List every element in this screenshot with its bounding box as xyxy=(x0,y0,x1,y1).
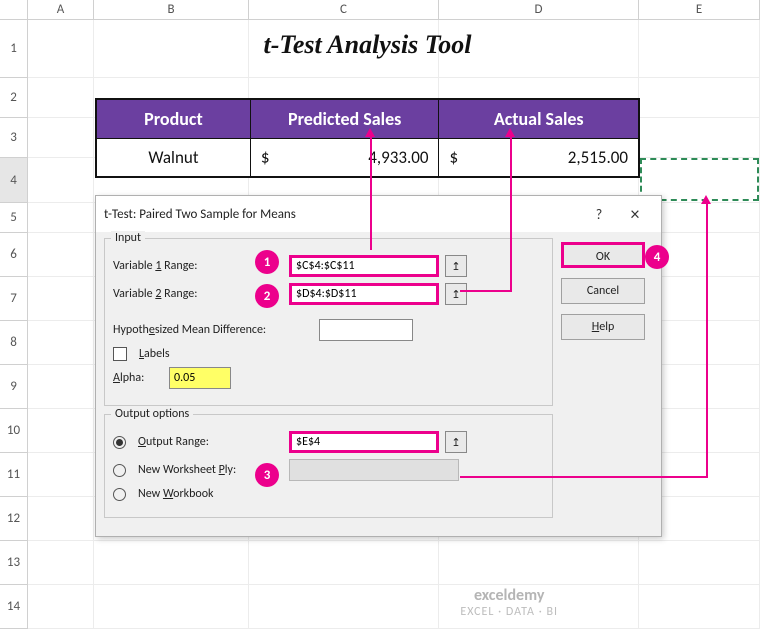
row-headers: 1 2 3 4 5 6 7 8 9 10 11 12 13 14 xyxy=(0,20,28,629)
row-header[interactable]: 8 xyxy=(0,321,28,365)
cell-product[interactable]: Walnut xyxy=(97,139,251,176)
dialog-left-pane: Input Variable 1 Range: ↥ Variable 2 Ran… xyxy=(104,238,553,526)
output-range-input[interactable] xyxy=(289,431,439,453)
row-header[interactable]: 5 xyxy=(0,203,28,233)
row-header[interactable]: 14 xyxy=(0,585,28,629)
new-workbook-radio[interactable] xyxy=(113,488,126,501)
labels-checkbox[interactable] xyxy=(113,347,127,361)
arrow-2b xyxy=(460,290,512,292)
callout-4: 4 xyxy=(645,245,669,269)
hypothesized-input[interactable] xyxy=(319,319,413,341)
new-worksheet-input[interactable] xyxy=(289,459,459,481)
help-icon[interactable]: ? xyxy=(581,202,617,226)
alpha-row: Alpha: xyxy=(113,367,544,389)
row-header[interactable]: 9 xyxy=(0,365,28,409)
row-header[interactable]: 11 xyxy=(0,453,28,497)
new-workbook-label: New Workbook xyxy=(138,487,214,501)
row-header[interactable]: 1 xyxy=(0,20,28,78)
currency-symbol: $ xyxy=(261,147,280,168)
labels-row: Labels xyxy=(113,347,544,361)
output-fieldset: Output options Output Range: ↥ New Works… xyxy=(104,414,553,518)
column-headers: A B C D E xyxy=(0,0,768,20)
column-header[interactable]: C xyxy=(249,0,439,20)
watermark: exceldemy EXCEL · DATA · BI xyxy=(460,586,558,619)
arrowhead-2 xyxy=(505,128,515,137)
hypothesized-label: Hypothesized Mean Difference: xyxy=(113,323,313,337)
output-range-row: Output Range: ↥ xyxy=(113,431,544,453)
ok-button[interactable]: OK xyxy=(561,242,645,268)
table-header[interactable]: Actual Sales xyxy=(439,100,638,138)
callout-1: 1 xyxy=(255,250,279,274)
row-header[interactable]: 10 xyxy=(0,409,28,453)
ttest-dialog: t-Test: Paired Two Sample for Means ? × … xyxy=(95,195,662,537)
close-icon[interactable]: × xyxy=(617,202,653,226)
help-button[interactable]: Help xyxy=(561,314,645,340)
dialog-titlebar[interactable]: t-Test: Paired Two Sample for Means ? × xyxy=(96,196,661,232)
column-header[interactable]: E xyxy=(639,0,760,20)
hypothesized-row: Hypothesized Mean Difference: xyxy=(113,319,544,341)
output-range-label: Output Range: xyxy=(138,435,283,449)
input-legend: Input xyxy=(111,231,145,245)
dialog-body: Input Variable 1 Range: ↥ Variable 2 Ran… xyxy=(96,232,661,536)
new-worksheet-radio[interactable] xyxy=(113,464,126,477)
row-header[interactable]: 13 xyxy=(0,541,28,585)
arrow-3b xyxy=(706,203,708,476)
table-header[interactable]: Predicted Sales xyxy=(251,100,440,138)
row-header[interactable]: 12 xyxy=(0,497,28,541)
new-workbook-row: New Workbook xyxy=(113,487,544,501)
spreadsheet: A B C D E 1 2 3 4 5 6 7 8 9 10 11 12 13 … xyxy=(0,0,768,635)
input-fieldset: Input Variable 1 Range: ↥ Variable 2 Ran… xyxy=(104,238,553,406)
cancel-button[interactable]: Cancel xyxy=(561,278,645,304)
watermark-tagline: EXCEL · DATA · BI xyxy=(460,605,558,619)
arrow-2 xyxy=(510,136,512,156)
currency-symbol: $ xyxy=(449,147,468,168)
callout-2: 2 xyxy=(255,284,279,308)
row-header[interactable]: 6 xyxy=(0,233,28,277)
column-header[interactable]: B xyxy=(94,0,249,20)
select-all-corner[interactable] xyxy=(0,0,28,20)
watermark-brand: exceldemy xyxy=(460,586,558,605)
dialog-right-pane: OK Cancel Help xyxy=(561,238,653,526)
table-header[interactable]: Product xyxy=(97,100,251,138)
arrow-2c xyxy=(510,156,512,290)
refedit-icon[interactable]: ↥ xyxy=(445,431,467,453)
refedit-icon[interactable]: ↥ xyxy=(445,255,467,277)
row-header[interactable]: 2 xyxy=(0,78,28,118)
row-header[interactable]: 7 xyxy=(0,277,28,321)
page-title: t-Test Analysis Tool xyxy=(95,30,640,60)
cell-actual[interactable]: $ 2,515.00 xyxy=(439,139,638,176)
callout-3: 3 xyxy=(255,463,279,487)
variable1-row: Variable 1 Range: ↥ xyxy=(113,255,544,277)
arrow-3a xyxy=(460,476,708,478)
output-range-radio[interactable] xyxy=(113,436,126,449)
cell-predicted[interactable]: $ 4,933.00 xyxy=(251,139,440,176)
variable2-input[interactable] xyxy=(289,283,439,305)
row-header[interactable]: 3 xyxy=(0,118,28,158)
column-header[interactable]: A xyxy=(28,0,94,20)
refedit-icon[interactable]: ↥ xyxy=(445,283,467,305)
arrowhead-1 xyxy=(365,128,375,137)
output-legend: Output options xyxy=(111,407,193,421)
variable1-input[interactable] xyxy=(289,255,439,277)
alpha-label: Alpha: xyxy=(113,371,163,385)
arrow-1 xyxy=(370,136,372,250)
data-table: Product Predicted Sales Actual Sales Wal… xyxy=(95,98,640,178)
labels-label: Labels xyxy=(139,347,170,361)
currency-value: 4,933.00 xyxy=(368,147,428,168)
table-row: Walnut $ 4,933.00 $ 2,515.00 xyxy=(97,138,638,176)
currency-value: 2,515.00 xyxy=(568,147,628,168)
variable2-row: Variable 2 Range: ↥ xyxy=(113,283,544,305)
column-header[interactable]: D xyxy=(439,0,639,20)
row-header[interactable]: 4 xyxy=(0,158,28,203)
arrowhead-3 xyxy=(701,195,711,204)
alpha-input[interactable] xyxy=(169,367,231,389)
